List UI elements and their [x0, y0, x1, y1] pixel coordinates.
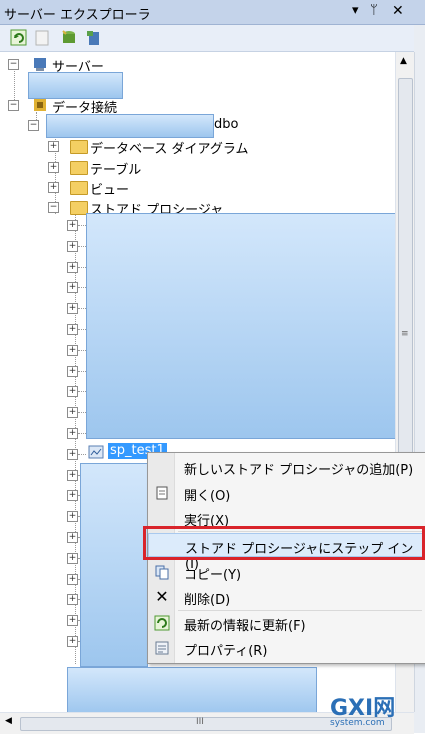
properties-icon — [154, 640, 170, 656]
delete-icon: ✕ — [155, 587, 169, 606]
watermark-logo: GXI网 system.com — [330, 690, 395, 728]
tree-guide — [78, 453, 86, 455]
expand-icon[interactable]: + — [67, 511, 78, 523]
stored-procedure-icon — [88, 445, 104, 459]
tree-label-tables: テーブル — [90, 163, 142, 178]
tree-guide — [14, 66, 15, 104]
expand-icon[interactable]: + — [67, 240, 78, 252]
expand-icon[interactable]: + — [67, 220, 78, 231]
collapse-icon[interactable]: − — [28, 120, 39, 131]
tree-guide — [78, 225, 86, 226]
menu-item-label: 削除(D) — [184, 593, 231, 608]
tree-guide — [78, 245, 86, 247]
tree-label-diagrams: データベース ダイアグラム — [90, 142, 249, 157]
menu-item-refresh[interactable]: 最新の情報に更新(F) — [148, 611, 425, 635]
expand-icon[interactable]: + — [67, 324, 78, 335]
collapse-icon[interactable]: − — [48, 202, 59, 213]
title-bar: サーバー エクスプローラ ▾ ᛘ ✕ — [0, 0, 425, 25]
scroll-left-icon[interactable]: ◀ — [5, 716, 12, 726]
menu-item-add-stored-procedure[interactable]: 新しいストアド プロシージャの追加(P) — [148, 455, 425, 479]
scroll-up-icon[interactable]: ▲ — [400, 56, 407, 66]
expand-icon[interactable]: + — [67, 469, 78, 481]
expand-icon[interactable]: + — [48, 162, 59, 173]
expand-icon[interactable]: + — [67, 344, 78, 356]
redacted-connection-name — [46, 114, 214, 138]
menu-item-label: 開く(O) — [184, 489, 231, 504]
tree-guide — [78, 370, 86, 372]
expand-icon[interactable]: + — [67, 490, 78, 502]
open-icon — [154, 485, 170, 501]
expand-icon[interactable]: + — [67, 615, 78, 627]
copy-icon — [154, 564, 170, 580]
window-title: サーバー エクスプローラ — [4, 8, 151, 23]
expand-icon[interactable]: + — [67, 386, 78, 398]
redacted-footer-item — [67, 667, 317, 715]
collapse-icon[interactable]: − — [8, 100, 19, 111]
expand-icon[interactable]: + — [67, 261, 78, 273]
menu-item-label: プロパティ(R) — [184, 644, 268, 659]
expand-icon[interactable]: + — [67, 532, 78, 543]
expand-icon[interactable]: + — [67, 303, 78, 315]
stop-icon[interactable] — [33, 29, 51, 47]
tree-guide — [78, 287, 86, 289]
menu-item-label: コピー(Y) — [184, 568, 242, 583]
tree-guide — [78, 329, 86, 330]
connect-database-icon[interactable] — [60, 29, 78, 47]
highlight-annotation — [143, 526, 425, 560]
folder-icon — [70, 140, 88, 154]
expand-icon[interactable]: + — [67, 428, 78, 439]
data-connection-icon — [34, 99, 46, 111]
grip-icon: III — [196, 717, 204, 727]
redacted-procedure-list-2 — [80, 463, 148, 667]
tree-guide — [78, 412, 86, 414]
expand-icon[interactable]: + — [67, 636, 78, 647]
redacted-procedure-list — [86, 213, 402, 439]
menu-item-label: 最新の情報に更新(F) — [184, 619, 306, 634]
expand-icon[interactable]: + — [67, 594, 78, 606]
tree-guide — [78, 433, 86, 434]
menu-item-properties[interactable]: プロパティ(R) — [148, 636, 425, 660]
tree-guide — [78, 349, 86, 351]
refresh-icon[interactable] — [10, 29, 28, 47]
close-icon[interactable]: ✕ — [392, 3, 404, 19]
menu-item-delete[interactable]: ✕ 削除(D) — [148, 585, 425, 609]
expand-icon[interactable]: + — [67, 552, 78, 564]
expand-icon[interactable]: + — [48, 141, 59, 152]
grip-icon: ≡ — [401, 329, 409, 339]
tree-label-views: ビュー — [90, 183, 130, 198]
menu-item-open[interactable]: 開く(O) — [148, 481, 425, 505]
server-icon — [34, 58, 46, 71]
menu-item-label: 新しいストアド プロシージャの追加(P) — [184, 463, 414, 478]
tree-guide — [78, 391, 86, 393]
expand-icon[interactable]: + — [67, 573, 78, 585]
connection-suffix: dbo — [214, 117, 239, 132]
expand-icon[interactable]: + — [67, 448, 78, 460]
collapse-icon[interactable]: − — [8, 59, 19, 70]
dropdown-icon[interactable]: ▾ — [352, 3, 359, 18]
expand-icon[interactable]: + — [67, 407, 78, 419]
expand-icon[interactable]: + — [67, 365, 78, 377]
folder-icon — [70, 181, 88, 195]
tree-guide — [78, 266, 86, 268]
expand-icon[interactable]: + — [48, 182, 59, 193]
menu-item-copy[interactable]: コピー(Y) — [148, 560, 425, 584]
expand-icon[interactable]: + — [67, 282, 78, 294]
tree-guide — [78, 308, 86, 310]
connect-server-icon[interactable] — [85, 29, 103, 47]
folder-icon — [70, 161, 88, 175]
toolbar — [0, 25, 425, 52]
redacted-server-name — [28, 72, 123, 99]
pin-icon[interactable]: ᛘ — [370, 3, 378, 18]
refresh-icon — [154, 615, 170, 631]
